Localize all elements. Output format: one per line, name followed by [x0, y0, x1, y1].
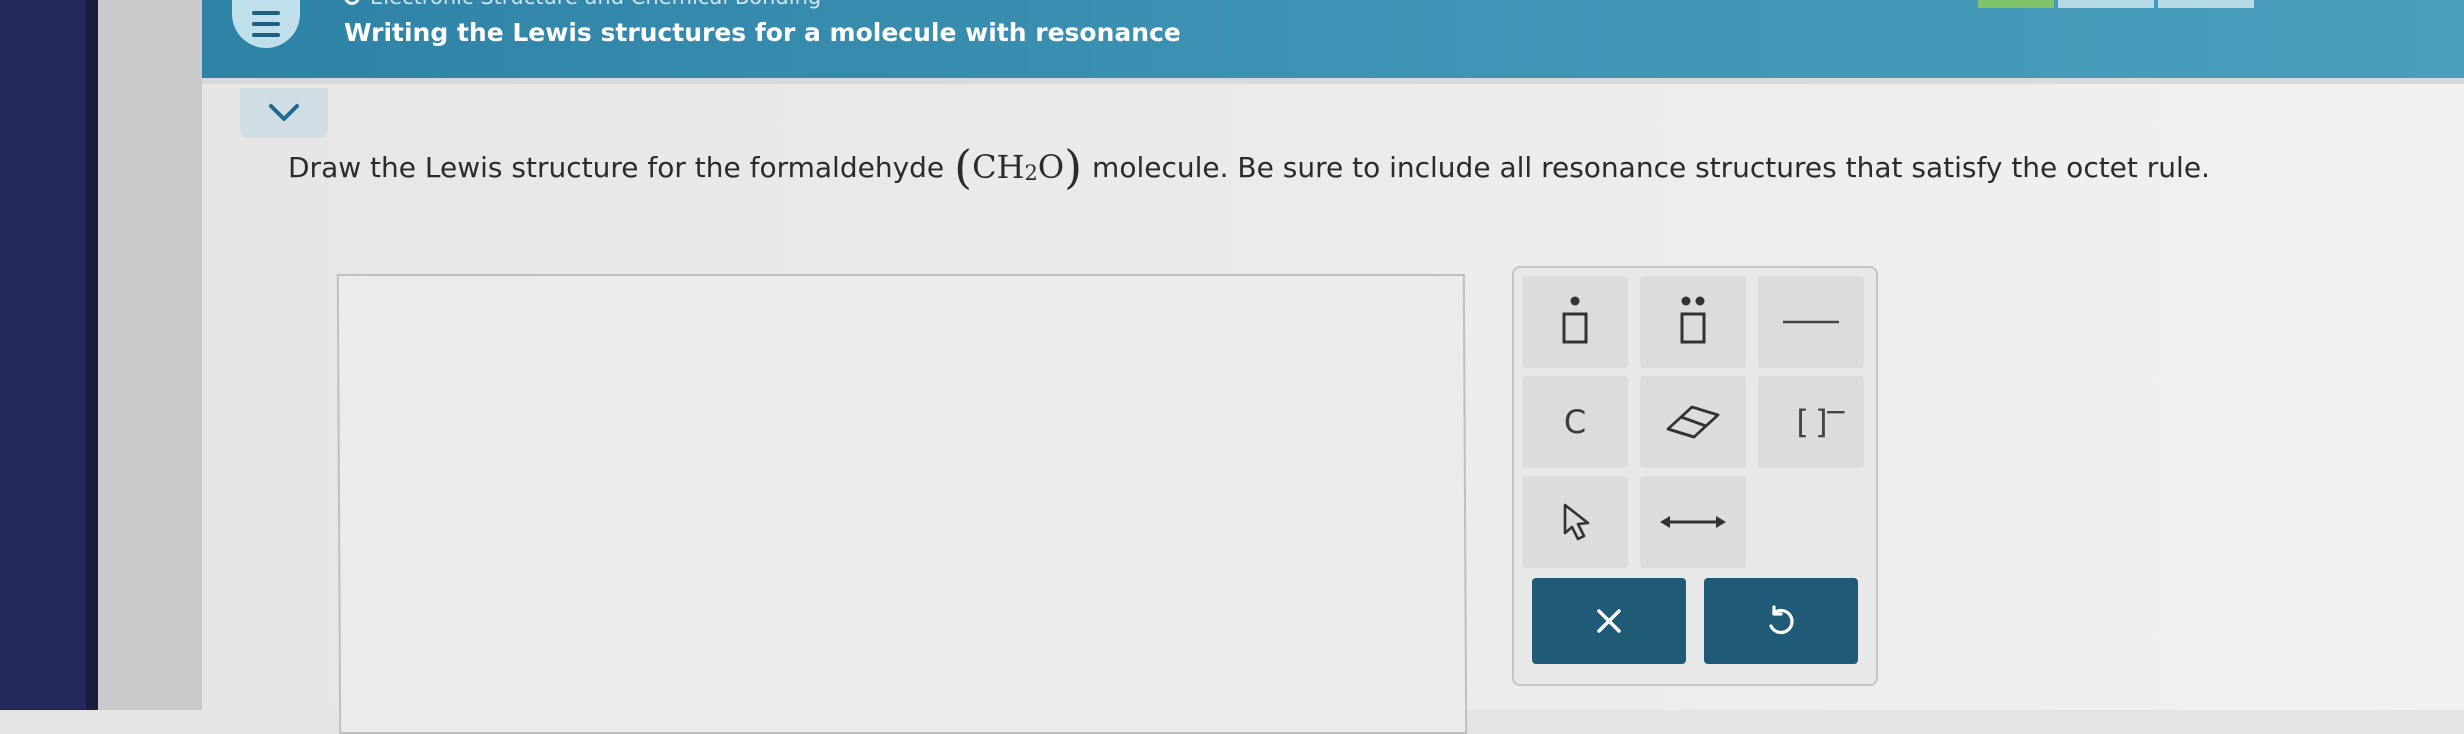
charge-label: −: [1824, 395, 1848, 428]
question-text: Draw the Lewis structure for the formald…: [288, 144, 2210, 190]
bond-tool[interactable]: [1758, 276, 1864, 368]
atom-tool[interactable]: C: [1522, 376, 1628, 468]
header-tab[interactable]: [1978, 0, 2054, 8]
topic-label: Electronic Structure and Chemical Bondin…: [370, 0, 821, 9]
bracket-charge-tool[interactable]: [ ] −: [1758, 376, 1864, 468]
bracket-icon: [ ] −: [1796, 395, 1847, 441]
topic-status-icon: [344, 0, 360, 5]
tool-palette: C [ ] −: [1512, 266, 1878, 686]
formula-open-paren: (: [954, 140, 973, 194]
line-icon: [1783, 320, 1839, 324]
select-tool[interactable]: [1522, 476, 1628, 568]
formula-end: O: [1037, 148, 1065, 186]
x-icon: [1597, 609, 1621, 633]
formula-subscript: 2: [1024, 161, 1038, 185]
undo-icon: [1769, 605, 1794, 635]
pointer-icon: [1563, 503, 1590, 541]
hamburger-menu-icon: [252, 11, 280, 37]
resonance-arrow-tool[interactable]: [1640, 476, 1746, 568]
single-electron-tool[interactable]: [1522, 276, 1628, 368]
header-tab[interactable]: [2158, 0, 2254, 8]
eraser-tool[interactable]: [1640, 376, 1746, 468]
topic-breadcrumb: Electronic Structure and Chemical Bondin…: [344, 0, 821, 9]
bracket-label: [ ]: [1796, 403, 1827, 441]
collapse-button[interactable]: [240, 88, 328, 138]
top-bar-divider: [202, 78, 2464, 84]
formula-close-paren: ): [1064, 140, 1083, 194]
question-suffix: molecule. Be sure to include all resonan…: [1092, 150, 2210, 184]
chemical-formula: ( CH 2 O ): [954, 144, 1082, 190]
chevron-down-icon: [269, 104, 299, 121]
formula-main: CH: [972, 148, 1025, 186]
header-tab[interactable]: [2058, 0, 2154, 8]
two-dots-box-icon: [1680, 296, 1706, 344]
question-prefix: Draw the Lewis structure for the formald…: [288, 150, 945, 184]
drawing-canvas[interactable]: [336, 274, 1468, 734]
atom-label: C: [1563, 403, 1587, 441]
undo-button[interactable]: [1704, 578, 1858, 664]
lone-pair-tool[interactable]: [1640, 276, 1746, 368]
screen-margin: [98, 0, 202, 710]
clear-button[interactable]: [1532, 578, 1686, 664]
double-arrow-icon: [1660, 516, 1726, 528]
dot-box-icon: [1562, 296, 1588, 344]
eraser-icon: [1666, 405, 1720, 439]
page-title: Writing the Lewis structures for a molec…: [344, 18, 1181, 47]
device-bezel: [0, 0, 98, 710]
